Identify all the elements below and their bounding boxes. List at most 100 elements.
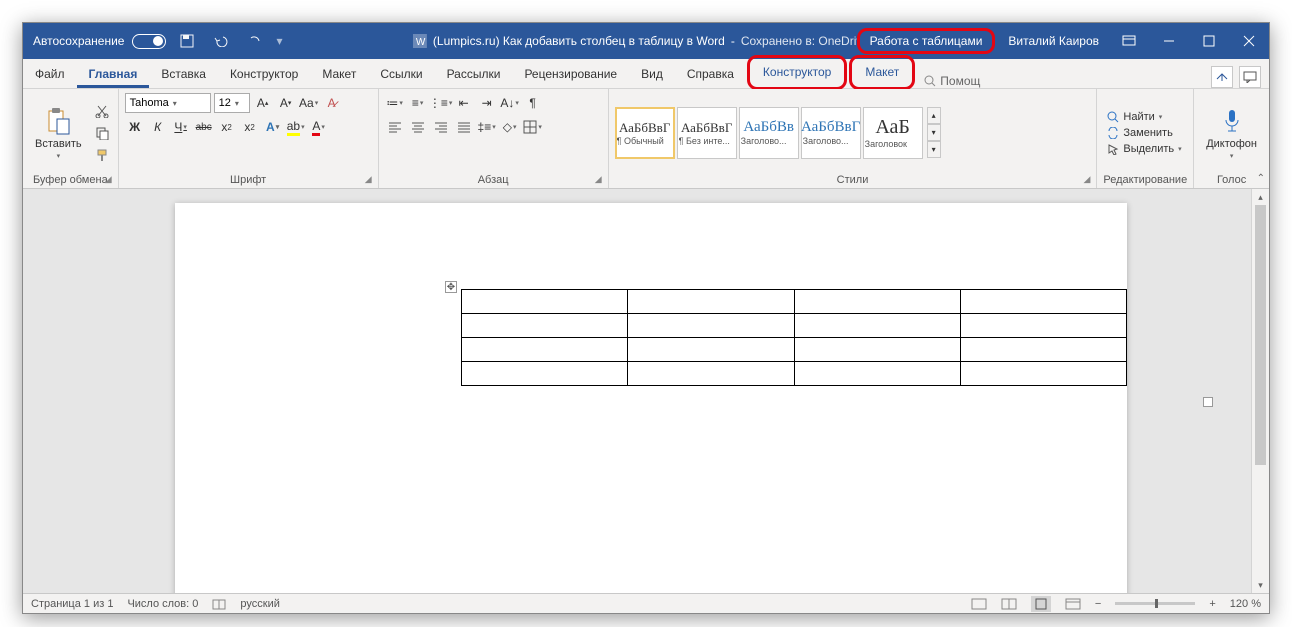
- scroll-up-arrow[interactable]: ▴: [1252, 189, 1269, 205]
- undo-icon[interactable]: [208, 27, 234, 55]
- table-cell[interactable]: [794, 290, 960, 314]
- strikethrough-button[interactable]: abc: [194, 117, 214, 137]
- style-item[interactable]: АаБбВвГЗаголово...: [801, 107, 861, 159]
- grow-font-button[interactable]: A▴: [253, 93, 273, 113]
- tab-table-layout[interactable]: Макет: [853, 59, 911, 86]
- font-color-button[interactable]: A: [309, 117, 329, 137]
- bold-button[interactable]: Ж: [125, 117, 145, 137]
- text-effects-button[interactable]: A: [263, 117, 283, 137]
- comments-button[interactable]: [1239, 66, 1261, 88]
- style-item[interactable]: АаБбВвГ¶ Обычный: [615, 107, 675, 159]
- focus-mode-button[interactable]: [971, 598, 987, 610]
- copy-button[interactable]: [92, 123, 112, 143]
- save-icon[interactable]: [174, 27, 200, 55]
- table-cell[interactable]: [628, 338, 794, 362]
- decrease-indent-button[interactable]: ⇤: [454, 93, 474, 113]
- table-cell[interactable]: [960, 314, 1126, 338]
- find-button[interactable]: Найти▾: [1103, 110, 1185, 124]
- tab-layout[interactable]: Макет: [310, 61, 368, 88]
- sort-button[interactable]: A↓: [500, 93, 520, 113]
- table-cell[interactable]: [960, 362, 1126, 386]
- superscript-button[interactable]: x2: [240, 117, 260, 137]
- document-area[interactable]: [23, 189, 1251, 593]
- tab-view[interactable]: Вид: [629, 61, 675, 88]
- numbering-button[interactable]: ≡: [408, 93, 428, 113]
- styles-scroll-down[interactable]: ▾: [927, 124, 941, 141]
- share-button[interactable]: [1211, 66, 1233, 88]
- table-cell[interactable]: [794, 314, 960, 338]
- shrink-font-button[interactable]: A▾: [276, 93, 296, 113]
- table-resize-handle[interactable]: [1203, 397, 1213, 407]
- tab-insert[interactable]: Вставка: [149, 61, 218, 88]
- language-indicator[interactable]: русский: [240, 598, 279, 610]
- borders-button[interactable]: [523, 117, 543, 137]
- table-cell[interactable]: [628, 290, 794, 314]
- font-name-combo[interactable]: Tahoma: [125, 93, 211, 113]
- align-left-button[interactable]: [385, 117, 405, 137]
- align-right-button[interactable]: [431, 117, 451, 137]
- paragraph-launcher[interactable]: ◢: [595, 174, 602, 185]
- collapse-ribbon-button[interactable]: ⌃: [1257, 173, 1265, 184]
- style-item[interactable]: АаБбВвГ¶ Без инте...: [677, 107, 737, 159]
- underline-button[interactable]: Ч: [171, 117, 191, 137]
- table-cell[interactable]: [462, 338, 628, 362]
- table-cell[interactable]: [794, 362, 960, 386]
- tab-home[interactable]: Главная: [77, 61, 150, 88]
- increase-indent-button[interactable]: ⇥: [477, 93, 497, 113]
- table-cell[interactable]: [628, 362, 794, 386]
- print-layout-button[interactable]: [1031, 596, 1051, 612]
- clipboard-launcher[interactable]: ◢: [105, 174, 112, 185]
- word-count[interactable]: Число слов: 0: [127, 598, 198, 610]
- replace-button[interactable]: Заменить: [1103, 126, 1185, 140]
- maximize-button[interactable]: [1189, 23, 1229, 59]
- tab-mailings[interactable]: Рассылки: [435, 61, 513, 88]
- styles-launcher[interactable]: ◢: [1083, 174, 1090, 185]
- paste-button[interactable]: Вставить ▾: [29, 106, 88, 160]
- italic-button[interactable]: К: [148, 117, 168, 137]
- table-cell[interactable]: [960, 338, 1126, 362]
- multilevel-button[interactable]: ⋮≡: [431, 93, 451, 113]
- table-move-handle[interactable]: [445, 281, 457, 293]
- highlight-button[interactable]: ab: [286, 117, 306, 137]
- show-marks-button[interactable]: ¶: [523, 93, 543, 113]
- table-cell[interactable]: [462, 362, 628, 386]
- styles-gallery[interactable]: АаБбВвГ¶ ОбычныйАаБбВвГ¶ Без инте...АаБб…: [615, 107, 923, 159]
- zoom-out-button[interactable]: −: [1095, 598, 1101, 610]
- select-button[interactable]: Выделить▾: [1103, 142, 1185, 156]
- zoom-in-button[interactable]: +: [1209, 598, 1215, 610]
- shading-button[interactable]: ◇: [500, 117, 520, 137]
- line-spacing-button[interactable]: ‡≡: [477, 117, 497, 137]
- cut-button[interactable]: [92, 101, 112, 121]
- scroll-thumb[interactable]: [1255, 205, 1266, 465]
- vertical-scrollbar[interactable]: ▴ ▾: [1251, 189, 1269, 593]
- close-button[interactable]: [1229, 23, 1269, 59]
- font-size-combo[interactable]: 12: [214, 93, 250, 113]
- bullets-button[interactable]: ≔: [385, 93, 405, 113]
- style-item[interactable]: АаБЗаголовок: [863, 107, 923, 159]
- table-cell[interactable]: [462, 314, 628, 338]
- web-layout-button[interactable]: [1065, 598, 1081, 610]
- styles-scroll-up[interactable]: ▴: [927, 107, 941, 124]
- table-cell[interactable]: [794, 338, 960, 362]
- subscript-button[interactable]: x2: [217, 117, 237, 137]
- scroll-down-arrow[interactable]: ▾: [1252, 577, 1269, 593]
- autosave-toggle[interactable]: [132, 34, 166, 49]
- tab-design[interactable]: Конструктор: [218, 61, 310, 88]
- tab-help[interactable]: Справка: [675, 61, 746, 88]
- document-table[interactable]: [461, 289, 1127, 386]
- style-item[interactable]: АаБбВвЗаголово...: [739, 107, 799, 159]
- tab-table-design[interactable]: Конструктор: [751, 59, 843, 86]
- ribbon-display-icon[interactable]: [1109, 23, 1149, 59]
- tell-me-search[interactable]: Помощ: [916, 74, 988, 88]
- zoom-level[interactable]: 120 %: [1230, 598, 1261, 610]
- zoom-slider[interactable]: [1115, 602, 1195, 605]
- minimize-button[interactable]: [1149, 23, 1189, 59]
- font-launcher[interactable]: ◢: [365, 174, 372, 185]
- change-case-button[interactable]: Aa: [299, 93, 319, 113]
- page-indicator[interactable]: Страница 1 из 1: [31, 598, 113, 610]
- tab-references[interactable]: Ссылки: [368, 61, 434, 88]
- user-name[interactable]: Виталий Каиров: [998, 34, 1109, 48]
- justify-button[interactable]: [454, 117, 474, 137]
- read-mode-button[interactable]: [1001, 598, 1017, 610]
- clear-formatting-button[interactable]: A̷: [322, 93, 342, 113]
